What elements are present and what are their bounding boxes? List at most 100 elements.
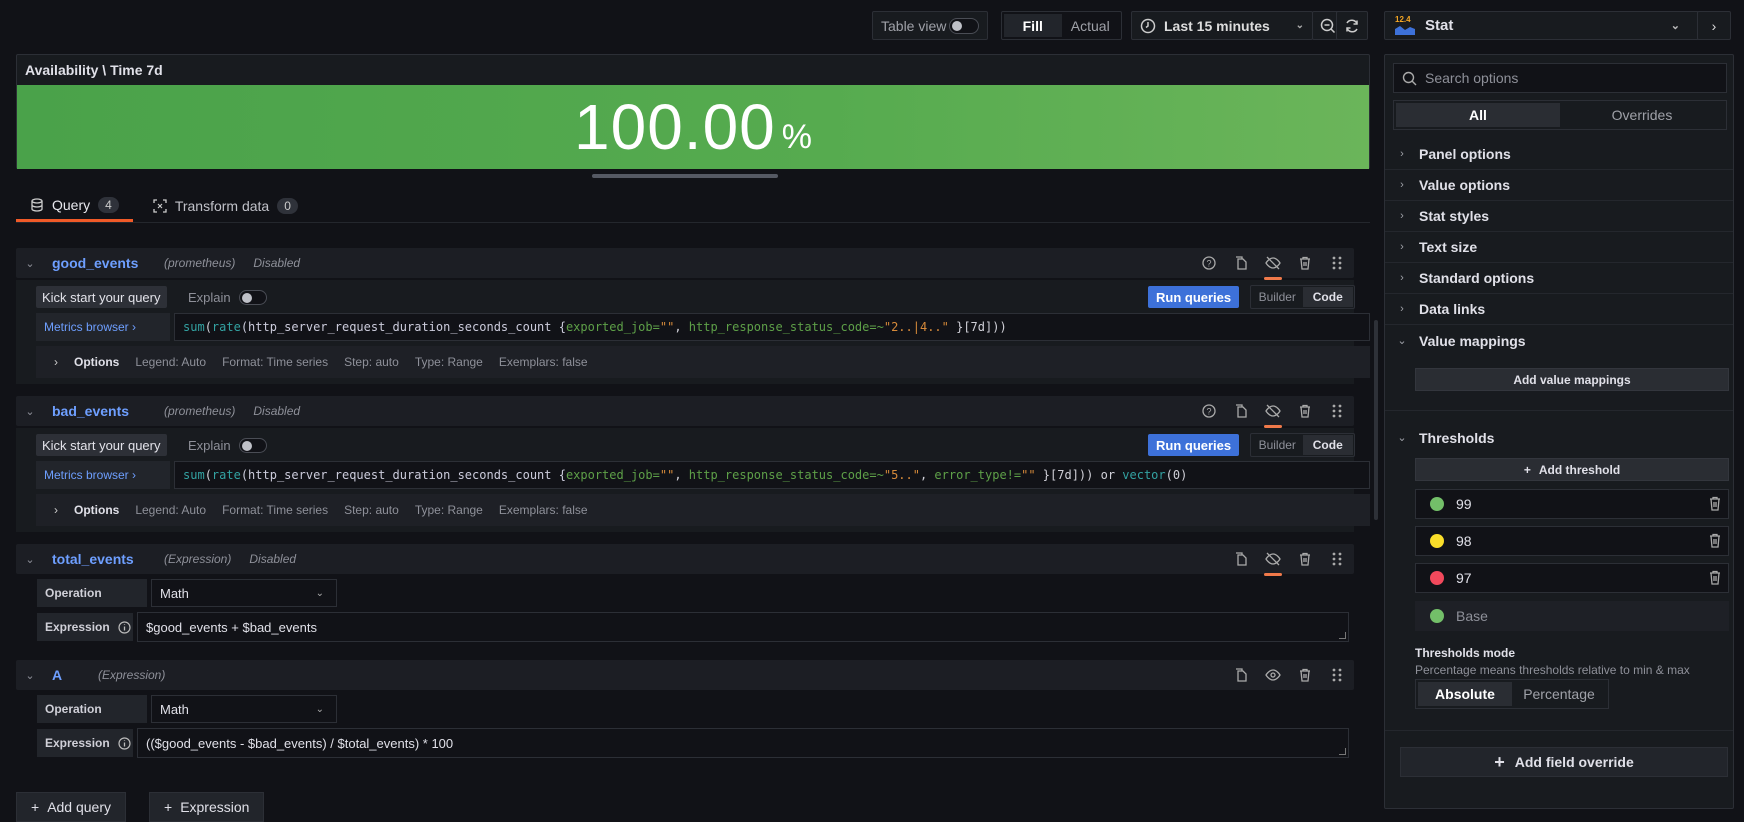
builder-option[interactable]: Builder (1252, 435, 1303, 455)
info-icon[interactable] (118, 620, 131, 634)
chevron-down-icon[interactable]: ⌄ (16, 553, 44, 566)
run-queries-button[interactable]: Run queries (1148, 434, 1240, 456)
explain-toggle[interactable]: Explain (188, 286, 267, 308)
operation-select[interactable]: Math ⌄ (151, 579, 337, 607)
operation-select[interactable]: Math ⌄ (151, 695, 337, 723)
section-thresholds[interactable]: ⌄ Thresholds (1385, 422, 1733, 453)
kick-start-button[interactable]: Kick start your query (36, 286, 167, 308)
drag-handle-icon[interactable] (1328, 254, 1346, 272)
threshold-color-swatch[interactable] (1430, 609, 1444, 623)
help-icon[interactable]: ? (1200, 402, 1218, 420)
trash-icon[interactable] (1296, 254, 1314, 272)
refresh-button[interactable] (1336, 11, 1368, 40)
query-status: Disabled (253, 256, 301, 270)
metrics-browser-button[interactable]: Metrics browser › (36, 461, 170, 489)
section-text-size[interactable]: › Text size (1385, 232, 1733, 263)
run-queries-button[interactable]: Run queries (1148, 286, 1240, 308)
help-icon[interactable]: ? (1200, 254, 1218, 272)
threshold-row[interactable]: 98 (1415, 526, 1729, 556)
chevron-down-icon[interactable]: ⌄ (16, 405, 44, 418)
query-header-a[interactable]: ⌄ A (Expression) (16, 660, 1354, 690)
drag-handle-icon[interactable] (1328, 666, 1346, 684)
threshold-color-swatch[interactable] (1430, 497, 1444, 511)
trash-icon[interactable] (1708, 570, 1722, 586)
threshold-row[interactable]: 97 (1415, 563, 1729, 593)
actual-option[interactable]: Actual (1062, 14, 1120, 37)
duplicate-icon[interactable] (1232, 254, 1250, 272)
threshold-row[interactable]: 99 (1415, 489, 1729, 519)
add-query-button[interactable]: + Add query (16, 792, 127, 822)
query-header-good-events[interactable]: ⌄ good_events (prometheus) Disabled ? (16, 248, 1354, 280)
expression-input[interactable]: $good_events + $bad_events (137, 612, 1349, 642)
section-standard-options[interactable]: › Standard options (1385, 263, 1733, 294)
table-view-switch[interactable] (949, 17, 979, 34)
drag-handle-icon[interactable] (1328, 550, 1346, 568)
section-panel-options[interactable]: › Panel options (1385, 139, 1733, 170)
explain-switch[interactable] (238, 437, 267, 453)
info-icon[interactable] (118, 736, 131, 750)
query-header-total-events[interactable]: ⌄ total_events (Expression) Disabled (16, 544, 1354, 576)
threshold-value[interactable]: 98 (1456, 533, 1472, 549)
chevron-down-icon[interactable]: ⌄ (16, 669, 44, 682)
section-value-options[interactable]: › Value options (1385, 170, 1733, 201)
fill-option[interactable]: Fill (1004, 14, 1062, 37)
section-value-mappings[interactable]: ⌄ Value mappings (1385, 325, 1733, 356)
scrollbar[interactable] (1374, 320, 1378, 520)
code-option[interactable]: Code (1302, 435, 1353, 455)
expression-input[interactable]: (($good_events - $bad_events) / $total_e… (137, 728, 1349, 758)
search-options-input[interactable]: Search options (1393, 63, 1727, 93)
tab-all[interactable]: All (1396, 103, 1560, 127)
promql-editor[interactable]: sum(rate (http_server_request_duration_se… (174, 313, 1370, 341)
threshold-value[interactable]: 97 (1456, 570, 1472, 586)
mode-percentage[interactable]: Percentage (1512, 682, 1606, 706)
threshold-color-swatch[interactable] (1430, 571, 1444, 585)
query-options-row[interactable]: › Options Legend: Auto Format: Time seri… (36, 494, 1370, 526)
query-header-bad-events[interactable]: ⌄ bad_events (prometheus) Disabled ? (16, 396, 1354, 428)
explain-switch[interactable] (238, 289, 267, 305)
explain-toggle[interactable]: Explain (188, 434, 267, 456)
metrics-browser-button[interactable]: Metrics browser › (36, 313, 170, 341)
eye-off-icon[interactable] (1264, 402, 1282, 428)
add-threshold-button[interactable]: + Add threshold (1415, 458, 1729, 481)
chevron-down-icon[interactable]: ⌄ (16, 257, 44, 270)
query-name[interactable]: A (52, 667, 98, 683)
mode-absolute[interactable]: Absolute (1418, 682, 1512, 706)
trash-icon[interactable] (1296, 666, 1314, 684)
table-view-toggle[interactable]: Table view (872, 11, 988, 40)
code-option[interactable]: Code (1302, 287, 1353, 307)
trash-icon[interactable] (1296, 402, 1314, 420)
add-expression-button[interactable]: + Expression (149, 792, 265, 822)
trash-icon[interactable] (1296, 550, 1314, 568)
collapse-options-button[interactable]: › (1697, 11, 1731, 40)
query-name[interactable]: good_events (52, 255, 164, 271)
section-stat-styles[interactable]: › Stat styles (1385, 201, 1733, 232)
duplicate-icon[interactable] (1232, 666, 1250, 684)
threshold-color-swatch[interactable] (1430, 534, 1444, 548)
eye-off-icon[interactable] (1264, 550, 1282, 576)
query-options-row[interactable]: › Options Legend: Auto Format: Time seri… (36, 346, 1370, 378)
query-name[interactable]: bad_events (52, 403, 164, 419)
add-value-mappings-button[interactable]: Add value mappings (1415, 368, 1729, 391)
eye-icon[interactable] (1264, 666, 1282, 684)
eye-off-icon[interactable] (1264, 254, 1282, 280)
tab-transform-data[interactable]: Transform data 0 (139, 190, 312, 222)
tab-query[interactable]: Query 4 (16, 190, 133, 222)
chevron-down-icon: ⌄ (1295, 20, 1304, 31)
section-data-links[interactable]: › Data links (1385, 294, 1733, 325)
add-field-override-button[interactable]: + Add field override (1400, 747, 1728, 777)
builder-option[interactable]: Builder (1252, 287, 1303, 307)
kick-start-button[interactable]: Kick start your query (36, 434, 167, 456)
query-name[interactable]: total_events (52, 551, 164, 567)
promql-editor[interactable]: sum(rate (http_server_request_duration_se… (174, 461, 1370, 489)
duplicate-icon[interactable] (1232, 402, 1250, 420)
threshold-value[interactable]: 99 (1456, 496, 1472, 512)
trash-icon[interactable] (1708, 533, 1722, 549)
divider (1385, 730, 1733, 731)
resize-handle[interactable] (592, 174, 778, 178)
trash-icon[interactable] (1708, 496, 1722, 512)
time-range-picker[interactable]: Last 15 minutes ⌄ (1131, 11, 1313, 40)
drag-handle-icon[interactable] (1328, 402, 1346, 420)
visualization-picker[interactable]: 12.4 Stat ⌄ (1384, 11, 1699, 40)
tab-overrides[interactable]: Overrides (1560, 103, 1724, 127)
duplicate-icon[interactable] (1232, 550, 1250, 568)
